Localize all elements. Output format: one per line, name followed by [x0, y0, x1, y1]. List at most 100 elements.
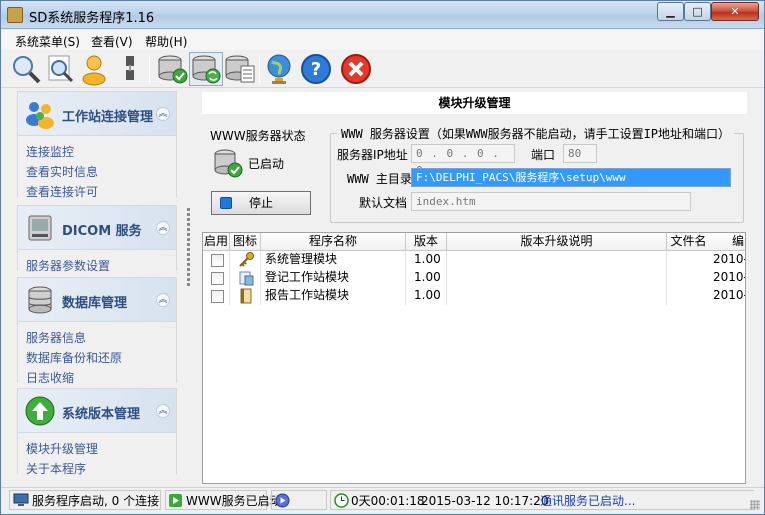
report-book-icon [240, 288, 252, 304]
port-label: 端口 [531, 148, 556, 162]
enable-checkbox[interactable] [211, 290, 224, 303]
server-status-group: WWW服务器状态 已启动 停止 [204, 125, 322, 223]
user-icon[interactable] [77, 52, 111, 86]
version-cell: 1.00 [406, 287, 447, 305]
help-icon[interactable]: ? [299, 52, 333, 86]
link-log-shrink[interactable]: 日志收缩 [26, 368, 176, 388]
link-connection-monitor[interactable]: 连接监控 [26, 142, 176, 162]
svg-text:?: ? [311, 59, 321, 80]
close-button[interactable]: ✕ [711, 2, 759, 21]
root-dir-input[interactable]: F:\DELPHI_PACS\服务程序\setup\www [411, 168, 731, 187]
default-doc-input[interactable]: index.htm [411, 192, 691, 211]
key-icon [239, 252, 254, 267]
maximize-button[interactable]: □ [684, 2, 711, 21]
collapse-icon[interactable]: ︽ [156, 404, 170, 418]
database-ok-icon[interactable] [155, 52, 189, 86]
database-sync-icon[interactable] [189, 52, 223, 86]
table-row[interactable]: 登记工作站模块 1.00 2010-0 [203, 269, 745, 287]
enable-cell [203, 251, 230, 269]
server-status-text: 已启动 [248, 157, 285, 171]
module-table: 启用 图标 程序名称 版本 版本升级说明 文件名 编 系统管理模块 1.00 2… [202, 232, 746, 484]
root-label: WWW 主目录 [347, 172, 412, 186]
note-cell [447, 251, 667, 269]
close-red-icon[interactable] [339, 52, 373, 86]
database-list-icon[interactable] [223, 52, 257, 86]
column-header[interactable]: 版本 [406, 233, 447, 251]
ip-input[interactable]: 0 . 0 . 0 . 0 [411, 144, 515, 177]
enable-checkbox[interactable] [211, 254, 224, 267]
table-row[interactable]: 报告工作站模块 1.00 2010-0 [203, 287, 745, 305]
resize-grip[interactable] [750, 500, 760, 510]
menu-bar: 系统菜单(S) 查看(V) 帮助(H) [1, 30, 764, 50]
icon-cell [230, 251, 261, 269]
name-cell: 报告工作站模块 [261, 287, 406, 305]
table-row[interactable]: 系统管理模块 1.00 2010-0 [203, 251, 745, 269]
file-cell [667, 269, 710, 287]
link-about[interactable]: 关于本程序 [26, 459, 176, 479]
note-cell [447, 287, 667, 305]
group-title: 工作站连接管理 [62, 110, 154, 125]
server-status-title: WWW服务器状态 [210, 129, 306, 143]
column-header[interactable]: 启用 [203, 233, 230, 251]
menu-system[interactable]: 系统菜单(S) [15, 33, 80, 50]
status-bar: 服务程序启动, 0 个连接 WWW服务已启动 0天00:01:18 2015-0… [1, 487, 764, 514]
column-header[interactable]: 编 [710, 233, 745, 251]
icon-cell [230, 269, 261, 287]
sidebar: 工作站连接管理 ︽ 连接监控 查看实时信息 查看连接许可 DICOM 服务 ︽ … [11, 88, 183, 483]
group-header[interactable]: 数据库管理 ︽ [18, 278, 176, 322]
minimize-button[interactable]: ▁ [657, 2, 684, 21]
link-module-upgrade[interactable]: 模块升级管理 [26, 439, 176, 459]
stop-icon [220, 197, 232, 209]
toolbar: ? [1, 50, 764, 88]
enable-checkbox[interactable] [211, 272, 224, 285]
record-icon [275, 493, 290, 508]
group-header[interactable]: DICOM 服务 ︽ [18, 206, 176, 250]
group-version: 系统版本管理 ︽ 模块升级管理 关于本程序 [17, 388, 177, 483]
users-icon [24, 98, 56, 130]
name-cell: 登记工作站模块 [261, 269, 406, 287]
window-title: SD系统服务程序1.16 [29, 11, 155, 26]
name-cell: 系统管理模块 [261, 251, 406, 269]
comm-status-text: 通讯服务已启动... [540, 494, 636, 508]
file-cell [667, 251, 710, 269]
app-window: SD系统服务程序1.16 ▁ □ ✕ 系统菜单(S) 查看(V) 帮助(H) ?… [0, 0, 765, 515]
status-connections-text: 服务程序启动, 0 个连接 [32, 494, 160, 508]
panel-splitter[interactable] [184, 206, 192, 366]
collapse-icon[interactable]: ︽ [156, 293, 170, 307]
date-cell: 2010-0 [710, 251, 745, 269]
link-db-backup-restore[interactable]: 数据库备份和还原 [26, 348, 176, 368]
group-header[interactable]: 系统版本管理 ︽ [18, 389, 176, 433]
menu-help[interactable]: 帮助(H) [145, 33, 187, 50]
status-pane-connections: 服务程序启动, 0 个连接 [9, 490, 161, 510]
link-server-info[interactable]: 服务器信息 [26, 328, 176, 348]
database-ok-icon [212, 147, 244, 179]
ip-label: 服务器IP地址 [337, 148, 408, 162]
group-database: 数据库管理 ︽ 服务器信息 数据库备份和还原 日志收缩 [17, 277, 177, 392]
port-input[interactable]: 80 [563, 144, 597, 163]
globe-icon[interactable] [263, 52, 297, 86]
status-pane-icon [271, 490, 327, 510]
connector-icon[interactable] [113, 52, 147, 86]
group-header[interactable]: 工作站连接管理 ︽ [18, 92, 176, 136]
link-server-params[interactable]: 服务器参数设置 [26, 256, 176, 276]
play-icon [169, 494, 182, 507]
stop-button[interactable]: 停止 [211, 191, 311, 215]
date-cell: 2010-0 [710, 269, 745, 287]
link-connection-license[interactable]: 查看连接许可 [26, 182, 176, 202]
datetime-text: 2015-03-12 10:17:20 [421, 494, 549, 508]
stop-button-label: 停止 [248, 196, 273, 210]
search-icon[interactable] [43, 52, 77, 86]
column-header[interactable]: 图标 [230, 233, 261, 251]
collapse-icon[interactable]: ︽ [156, 107, 170, 121]
column-header[interactable]: 文件名 [667, 233, 710, 251]
group-workstation: 工作站连接管理 ︽ 连接监控 查看实时信息 查看连接许可 [17, 91, 177, 206]
column-header[interactable]: 版本升级说明 [447, 233, 667, 251]
version-cell: 1.00 [406, 269, 447, 287]
register-icon [239, 271, 254, 286]
column-header[interactable]: 程序名称 [261, 233, 406, 251]
date-cell: 2010-0 [710, 287, 745, 305]
zoom-search-icon[interactable] [9, 52, 43, 86]
link-realtime-info[interactable]: 查看实时信息 [26, 162, 176, 182]
collapse-icon[interactable]: ︽ [156, 221, 170, 235]
menu-view[interactable]: 查看(V) [91, 33, 133, 50]
